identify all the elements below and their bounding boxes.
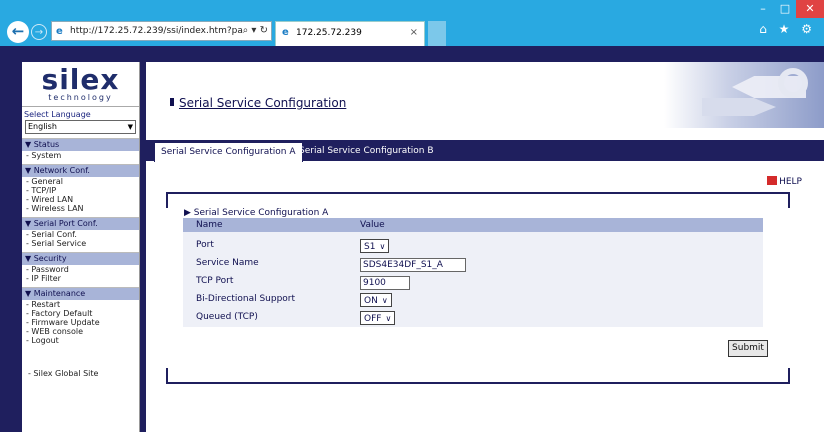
- main-content: Serial Service Configuration Serial Serv…: [146, 62, 824, 432]
- queued-label: Queued (TCP): [196, 312, 258, 322]
- nav-group-security: ▼ Security - Password - IP Filter: [22, 252, 139, 283]
- nav-item-general[interactable]: - General: [22, 177, 139, 186]
- nav-group-status: ▼ Status - System: [22, 138, 139, 160]
- nav-item-wired-lan[interactable]: - Wired LAN: [22, 195, 139, 204]
- table-row: Bi-Directional Support ON ∨: [183, 290, 763, 308]
- web-page: silex technology Select Language English…: [12, 46, 824, 432]
- title-bullet-icon: [166, 98, 174, 106]
- service-name-label: Service Name: [196, 258, 259, 268]
- ring-graphic: [778, 68, 808, 98]
- tab-title: 172.25.72.239: [296, 28, 362, 38]
- nav-item-restart[interactable]: - Restart: [22, 300, 139, 309]
- ie-icon: e: [56, 25, 63, 37]
- maximize-button[interactable]: □: [774, 0, 796, 18]
- bidirectional-label: Bi-Directional Support: [196, 294, 296, 304]
- nav-item-password[interactable]: - Password: [22, 265, 139, 274]
- nav-item-logout[interactable]: - Logout: [22, 336, 139, 345]
- column-header-value: Value: [360, 220, 385, 230]
- sidebar: silex technology Select Language English…: [22, 62, 140, 432]
- chevron-down-icon: ∨: [381, 296, 388, 305]
- language-select[interactable]: English ▼: [25, 120, 136, 134]
- nav-item-firmware-update[interactable]: - Firmware Update: [22, 318, 139, 327]
- page-header: Serial Service Configuration: [146, 62, 824, 128]
- section-title: ▶ Serial Service Configuration A: [184, 208, 329, 218]
- config-tabbar: Serial Service Configuration A Serial Se…: [146, 140, 824, 162]
- nav-head-serial[interactable]: ▼ Serial Port Conf.: [22, 218, 139, 230]
- language-value: English: [28, 122, 57, 131]
- table-row: Port S1 ∨: [183, 236, 763, 254]
- silex-logo: silex technology: [22, 62, 139, 107]
- help-text: HELP: [779, 177, 802, 187]
- port-select[interactable]: S1 ∨: [360, 239, 390, 253]
- column-header-name: Name: [196, 220, 223, 230]
- nav-group-maintenance: ▼ Maintenance - Restart - Factory Defaul…: [22, 287, 139, 345]
- browser-tab[interactable]: e 172.25.72.239 ×: [275, 21, 425, 46]
- help-icon: [767, 176, 778, 185]
- table-body: Port S1 ∨ Service Name SDS4E34DF_S1_A TCP…: [183, 232, 763, 327]
- browser-chrome: – □ ✕ ← → e http://172.25.72.239/ssi/inde…: [0, 0, 824, 46]
- nav-head-status[interactable]: ▼ Status: [22, 139, 139, 151]
- search-refresh-icons[interactable]: ⌕ ▾ ↻: [243, 22, 268, 40]
- nav-head-security[interactable]: ▼ Security: [22, 253, 139, 265]
- nav-item-system[interactable]: - System: [22, 151, 139, 160]
- nav-group-network: ▼ Network Conf. - General - TCP/IP - Wir…: [22, 164, 139, 213]
- forward-button[interactable]: →: [31, 24, 47, 40]
- chevron-down-icon: ∨: [385, 314, 392, 323]
- chevron-down-icon: ∨: [379, 242, 386, 251]
- page-title-text: Serial Service Configuration: [179, 96, 347, 110]
- help-link[interactable]: HELP: [767, 176, 802, 187]
- chevron-down-icon: ▼: [127, 123, 133, 131]
- tab-close-icon[interactable]: ×: [410, 22, 418, 44]
- minimize-button[interactable]: –: [752, 0, 774, 18]
- tcp-port-input[interactable]: 9100: [360, 276, 410, 290]
- address-url: http://172.25.72.239/ssi/index.htm?pa: [70, 26, 243, 36]
- tab-serial-service-b[interactable]: Serial Service Configuration B: [293, 140, 440, 161]
- silex-global-site-link[interactable]: - Silex Global Site: [22, 369, 139, 378]
- table-row: Service Name SDS4E34DF_S1_A: [183, 254, 763, 272]
- nav-head-network[interactable]: ▼ Network Conf.: [22, 165, 139, 177]
- table-row: Queued (TCP) OFF ∨: [183, 308, 763, 326]
- arrow-graphic: [702, 98, 776, 116]
- select-language-label: Select Language: [24, 110, 91, 119]
- submit-button[interactable]: Submit: [728, 340, 768, 357]
- header-graphic: [664, 62, 824, 128]
- config-frame: ▶ Serial Service Configuration A Name Va…: [166, 192, 790, 384]
- back-button[interactable]: ←: [7, 21, 29, 43]
- tcp-port-label: TCP Port: [196, 276, 234, 286]
- ie-icon: e: [282, 27, 289, 38]
- service-name-input[interactable]: SDS4E34DF_S1_A: [360, 258, 466, 272]
- nav-item-tcpip[interactable]: - TCP/IP: [22, 186, 139, 195]
- bidirectional-select[interactable]: ON ∨: [360, 293, 392, 307]
- close-window-button[interactable]: ✕: [796, 0, 824, 18]
- tab-serial-service-a[interactable]: Serial Service Configuration A: [154, 142, 303, 162]
- logo-sub-text: technology: [48, 92, 113, 102]
- logo-main-text: silex: [41, 62, 120, 96]
- new-tab-button[interactable]: [428, 21, 446, 46]
- address-bar[interactable]: e http://172.25.72.239/ssi/index.htm?pa ⌕…: [51, 21, 272, 41]
- nav-item-web-console[interactable]: - WEB console: [22, 327, 139, 336]
- window-controls: – □ ✕: [752, 0, 824, 18]
- nav-group-serial: ▼ Serial Port Conf. - Serial Conf. - Ser…: [22, 217, 139, 248]
- table-row: TCP Port 9100: [183, 272, 763, 290]
- nav-item-factory-default[interactable]: - Factory Default: [22, 309, 139, 318]
- table-header: Name Value: [183, 218, 763, 232]
- queued-select[interactable]: OFF ∨: [360, 311, 396, 325]
- nav-item-serial-conf[interactable]: - Serial Conf.: [22, 230, 139, 239]
- nav-item-ip-filter[interactable]: - IP Filter: [22, 274, 139, 283]
- nav-head-maintenance[interactable]: ▼ Maintenance: [22, 288, 139, 300]
- page-title: Serial Service Configuration: [166, 96, 346, 110]
- nav-item-wireless-lan[interactable]: - Wireless LAN: [22, 204, 139, 213]
- port-label: Port: [196, 240, 214, 250]
- home-favorites-settings-icons[interactable]: ⌂ ★ ⚙: [759, 22, 816, 36]
- nav-item-serial-service[interactable]: - Serial Service: [22, 239, 139, 248]
